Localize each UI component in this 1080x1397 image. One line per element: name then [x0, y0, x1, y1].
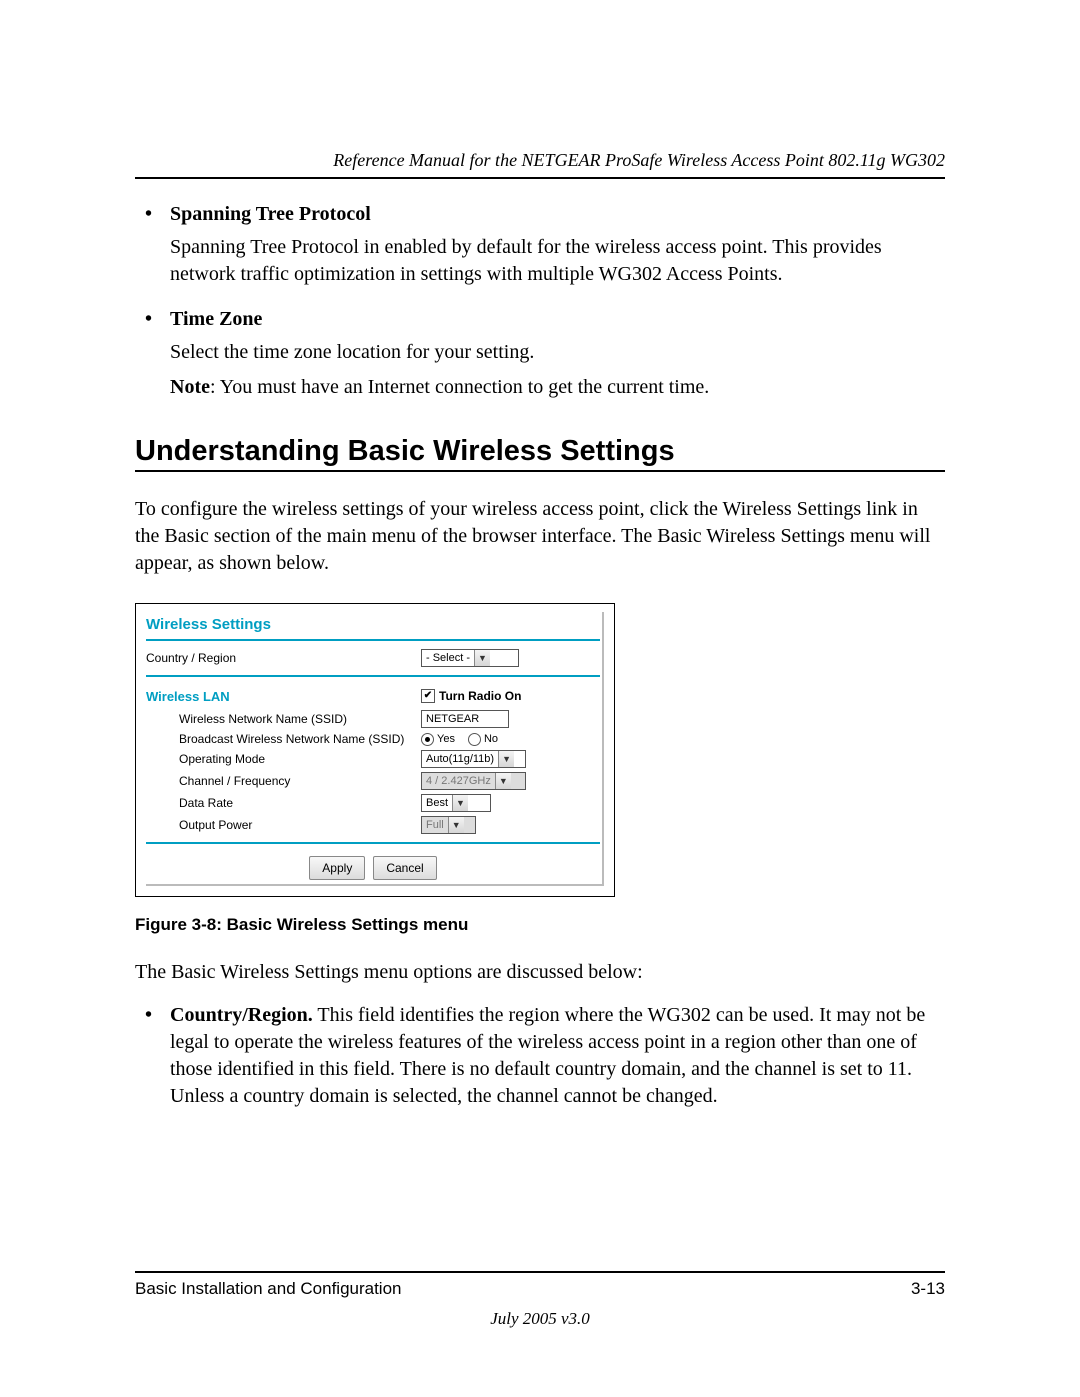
bullet-body: Select the time zone location for your s…	[170, 341, 534, 363]
data-rate-select[interactable]: Best ▼	[421, 794, 491, 812]
radio-icon	[468, 733, 481, 746]
operating-mode-value: Auto(11g/11b)	[422, 751, 498, 767]
note-body: : You must have an Internet connection t…	[210, 376, 709, 398]
document-header: Reference Manual for the NETGEAR ProSafe…	[135, 150, 945, 179]
ssid-input[interactable]: NETGEAR	[421, 710, 509, 728]
intro-paragraph: To configure the wireless settings of yo…	[135, 496, 945, 577]
note-label: Note	[170, 376, 210, 398]
footer-page-number: 3-13	[911, 1279, 945, 1299]
bullet-lead: Country/Region.	[170, 1004, 313, 1026]
bullet-title: Time Zone	[170, 306, 945, 333]
bullet-time-zone: Time Zone Select the time zone location …	[135, 306, 945, 401]
channel-frequency-label: Channel / Frequency	[146, 774, 421, 788]
broadcast-ssid-label: Broadcast Wireless Network Name (SSID)	[146, 732, 421, 746]
country-region-select[interactable]: - Select - ▼	[421, 649, 519, 667]
wireless-settings-figure: Wireless Settings Country / Region - Sel…	[135, 603, 615, 897]
section-divider	[135, 470, 945, 472]
chevron-down-icon: ▼	[498, 751, 514, 767]
output-power-label: Output Power	[146, 818, 421, 832]
chevron-down-icon: ▼	[448, 817, 464, 833]
bullet-title: Spanning Tree Protocol	[170, 201, 945, 228]
checkbox-icon: ✔	[421, 689, 435, 703]
data-rate-label: Data Rate	[146, 796, 421, 810]
chevron-down-icon: ▼	[452, 795, 468, 811]
operating-mode-label: Operating Mode	[146, 752, 421, 766]
data-rate-value: Best	[422, 795, 452, 811]
section-heading: Understanding Basic Wireless Settings	[135, 435, 945, 468]
footer-date: July 2005 v3.0	[135, 1309, 945, 1329]
panel-title: Wireless Settings	[146, 612, 600, 639]
bullet-spanning-tree: Spanning Tree Protocol Spanning Tree Pro…	[135, 201, 945, 288]
country-region-value: - Select -	[422, 650, 474, 666]
chevron-down-icon: ▼	[495, 773, 511, 789]
operating-mode-select[interactable]: Auto(11g/11b) ▼	[421, 750, 526, 768]
radio-no-label: No	[484, 733, 498, 745]
radio-yes-label: Yes	[437, 733, 455, 745]
wireless-lan-subtitle: Wireless LAN	[146, 685, 421, 706]
output-power-value: Full	[422, 817, 448, 833]
ssid-label: Wireless Network Name (SSID)	[146, 712, 421, 726]
channel-frequency-value: 4 / 2.427GHz	[422, 773, 495, 789]
panel-divider	[146, 675, 600, 677]
footer-section-name: Basic Installation and Configuration	[135, 1279, 402, 1299]
chevron-down-icon: ▼	[474, 650, 490, 666]
discussed-paragraph: The Basic Wireless Settings menu options…	[135, 959, 945, 986]
footer-divider	[135, 1271, 945, 1273]
panel-divider	[146, 639, 600, 641]
bullet-body: Spanning Tree Protocol in enabled by def…	[170, 236, 882, 285]
broadcast-yes-radio[interactable]: Yes	[421, 733, 455, 746]
figure-caption: Figure 3-8: Basic Wireless Settings menu	[135, 915, 945, 935]
output-power-select[interactable]: Full ▼	[421, 816, 476, 834]
turn-radio-on-label: Turn Radio On	[439, 689, 521, 703]
cancel-button[interactable]: Cancel	[373, 856, 436, 880]
panel-divider	[146, 842, 600, 844]
apply-button[interactable]: Apply	[309, 856, 365, 880]
radio-icon	[421, 733, 434, 746]
turn-radio-on-checkbox[interactable]: ✔ Turn Radio On	[421, 689, 521, 703]
country-region-label: Country / Region	[146, 651, 421, 665]
bullet-country-region: Country/Region. This field identifies th…	[135, 1002, 945, 1110]
broadcast-no-radio[interactable]: No	[468, 733, 498, 746]
channel-frequency-select[interactable]: 4 / 2.427GHz ▼	[421, 772, 526, 790]
